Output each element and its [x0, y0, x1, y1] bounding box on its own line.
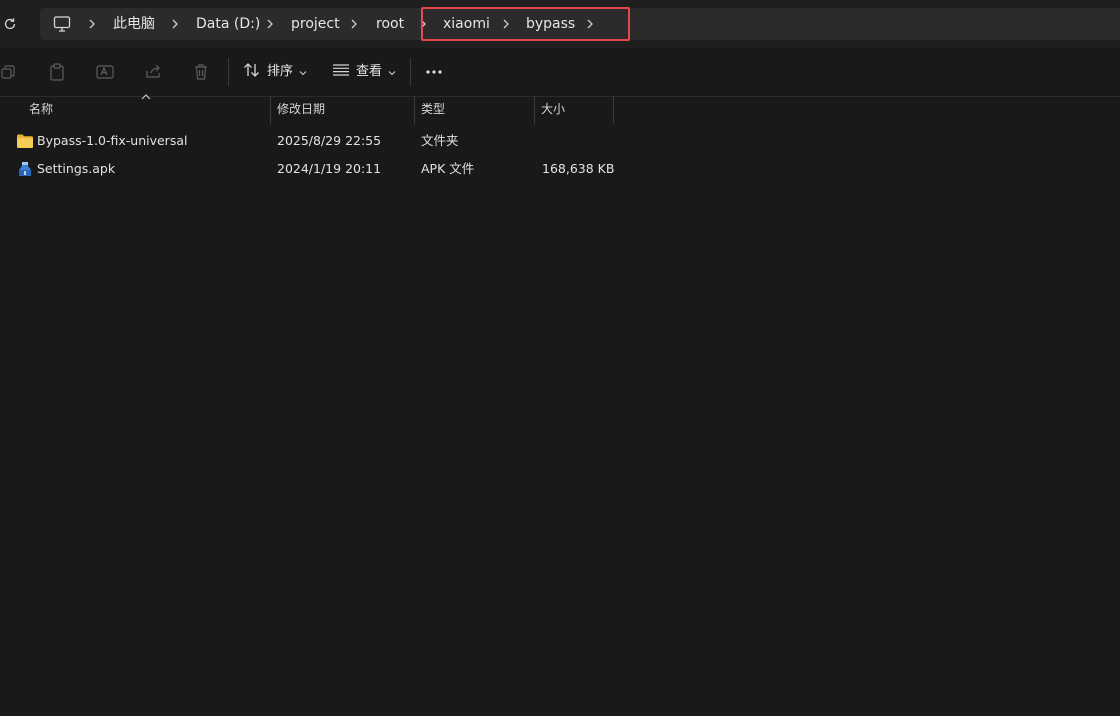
breadcrumb-data-drive[interactable]: Data (D:) [196, 8, 260, 40]
rename-icon[interactable] [94, 61, 116, 83]
file-explorer-window: 此电脑 Data (D:) project root xiaomi bypass [0, 0, 1120, 716]
folder-icon [17, 134, 33, 148]
file-type: APK 文件 [421, 161, 475, 176]
file-size: 168,638 KB [542, 161, 615, 176]
column-header-size[interactable]: 大小 [541, 96, 565, 124]
share-icon[interactable] [142, 61, 164, 83]
more-options-icon[interactable] [423, 61, 445, 83]
command-bar: 排序 查看 [0, 48, 1120, 97]
chevron-down-icon [299, 65, 307, 80]
apk-file-icon [19, 162, 31, 176]
breadcrumb-root[interactable]: root [376, 8, 404, 40]
chevron-right-icon[interactable] [347, 17, 361, 31]
address-row: 此电脑 Data (D:) project root xiaomi bypass [0, 0, 1120, 49]
toolbar-divider [410, 58, 411, 86]
view-button[interactable]: 查看 [332, 60, 396, 84]
column-header-type[interactable]: 类型 [421, 96, 445, 124]
delete-icon[interactable] [190, 61, 212, 83]
column-divider[interactable] [534, 96, 535, 124]
file-type: 文件夹 [421, 133, 459, 148]
sort-ascending-icon [141, 94, 151, 100]
column-divider[interactable] [613, 96, 614, 124]
breadcrumb-this-pc[interactable]: 此电脑 [113, 8, 155, 40]
view-list-icon [332, 63, 350, 81]
file-modified: 2024/1/19 20:11 [277, 161, 382, 176]
column-divider[interactable] [414, 96, 415, 124]
paste-icon[interactable] [46, 61, 68, 83]
chevron-right-icon[interactable] [263, 17, 277, 31]
column-header-modified[interactable]: 修改日期 [277, 96, 325, 124]
copy-icon[interactable] [0, 61, 19, 83]
file-modified: 2025/8/29 22:55 [277, 133, 382, 148]
breadcrumb-project[interactable]: project [291, 8, 340, 40]
file-name[interactable]: Settings.apk [37, 155, 115, 183]
column-divider[interactable] [270, 96, 271, 124]
column-header-name[interactable]: 名称 [29, 96, 53, 124]
file-name[interactable]: Bypass-1.0-fix-universal [37, 127, 187, 155]
view-label: 查看 [356, 64, 383, 79]
chevron-right-icon[interactable] [85, 17, 99, 31]
file-row[interactable]: Settings.apk 2024/1/19 20:11 APK 文件 168,… [0, 155, 1120, 183]
file-row[interactable]: Bypass-1.0-fix-universal 2025/8/29 22:55… [0, 127, 1120, 155]
sort-button[interactable]: 排序 [243, 60, 307, 84]
chevron-right-icon[interactable] [168, 17, 182, 31]
highlight-annotation [421, 7, 630, 41]
column-headers: 名称 修改日期 类型 大小 [0, 94, 1120, 124]
chevron-down-icon [388, 65, 396, 80]
sort-label: 排序 [267, 64, 294, 79]
sort-icon [243, 62, 261, 82]
this-pc-icon[interactable] [52, 14, 72, 34]
toolbar-divider [228, 58, 229, 86]
refresh-icon[interactable] [0, 14, 20, 34]
